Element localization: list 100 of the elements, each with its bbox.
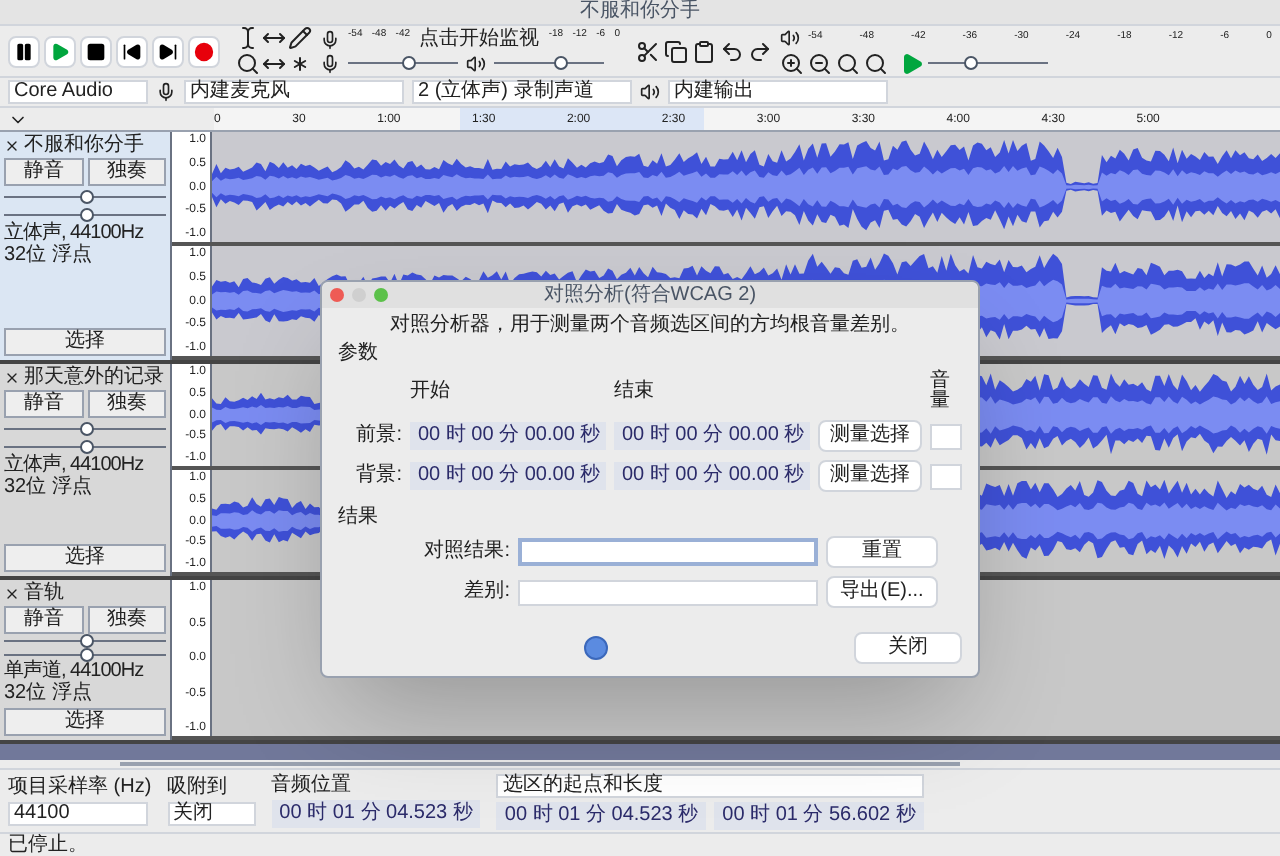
section-heading: 参数 [338, 344, 380, 364]
record-button[interactable] [188, 35, 220, 67]
selection-mode-dropdown[interactable]: 选区的起点和长度 [496, 773, 924, 797]
track-name[interactable]: 不服和你分手 [24, 136, 144, 156]
select-button[interactable]: 选择 [4, 708, 166, 736]
start-time-field[interactable]: 00 时 00 分 00.00 秒 [410, 422, 606, 450]
speaker-icon[interactable] [780, 27, 800, 47]
contrast-result-label: 对照结果: [422, 542, 510, 562]
end-time-field[interactable]: 00 时 00 分 00.00 秒 [614, 422, 810, 450]
solo-button[interactable]: 独奏 [87, 606, 166, 634]
slider-thumb[interactable] [79, 647, 93, 662]
play-at-speed-icon[interactable] [900, 51, 924, 75]
close-icon[interactable] [4, 370, 20, 386]
track-info: 立体声, 44100Hz [4, 224, 146, 244]
selection-start-field[interactable]: 00 时 01 分 04.523 秒 [496, 801, 707, 829]
reset-button[interactable]: 重置 [826, 536, 938, 568]
audio-host-dropdown[interactable]: Core Audio [8, 80, 148, 104]
status-text: 已停止。 [8, 835, 88, 855]
slider-thumb[interactable] [79, 189, 93, 203]
gain-slider[interactable] [4, 636, 166, 647]
track-info: 立体声, 44100Hz [4, 456, 146, 476]
end-time-field[interactable]: 00 时 00 分 00.00 秒 [614, 462, 810, 490]
slider-thumb[interactable] [964, 56, 978, 70]
slider-thumb[interactable] [79, 439, 93, 453]
asterisk-icon[interactable] [288, 52, 312, 76]
playback-volume-slider[interactable] [494, 55, 604, 71]
pan-slider[interactable] [4, 206, 166, 222]
rate-dropdown[interactable]: 44100 [8, 801, 148, 825]
record-volume-slider[interactable] [348, 55, 458, 71]
slider-thumb[interactable] [554, 56, 568, 70]
pan-slider[interactable] [4, 649, 166, 660]
play-icon [50, 41, 70, 61]
zoom-in-icon[interactable] [780, 51, 804, 75]
measure-selection-button[interactable]: 测量选择 [818, 420, 922, 452]
slider-thumb[interactable] [402, 56, 417, 70]
close-icon[interactable] [4, 586, 20, 602]
close-button[interactable]: 关闭 [854, 632, 962, 664]
speaker-icon [640, 82, 660, 102]
undo-icon[interactable] [720, 39, 744, 63]
select-button[interactable]: 选择 [4, 328, 166, 356]
column-heading: 开始 [410, 382, 452, 402]
microphone-icon[interactable] [320, 29, 340, 49]
skip-start-button[interactable] [116, 35, 148, 67]
cut-icon[interactable] [636, 39, 660, 63]
mute-button[interactable]: 静音 [4, 158, 83, 186]
redo-icon[interactable] [748, 39, 772, 63]
input-device-dropdown[interactable]: 内建麦克风 [184, 80, 404, 104]
section-heading: 结果 [338, 508, 380, 528]
slider-thumb[interactable] [79, 634, 93, 649]
zoom-fit-icon[interactable] [836, 51, 860, 75]
channels-dropdown[interactable]: 2 (立体声) 录制声道 [412, 80, 632, 104]
dialog-description: 对照分析器，用于测量两个音频选区间的方均根音量差别。 [388, 316, 912, 336]
zoom-out-icon[interactable] [808, 51, 832, 75]
select-button[interactable]: 选择 [4, 544, 166, 572]
snap-dropdown[interactable]: 关闭 [167, 801, 256, 825]
dialog-title: 对照分析(符合WCAG 2) [543, 285, 757, 305]
zoom-selection-icon[interactable] [864, 51, 888, 75]
mute-button[interactable]: 静音 [4, 390, 83, 418]
paste-icon[interactable] [692, 39, 716, 63]
search-icon[interactable] [236, 52, 260, 76]
column-heading: 音量 [930, 372, 952, 412]
stop-icon [86, 41, 106, 61]
measure-selection-button[interactable]: 测量选择 [818, 460, 922, 492]
audio-position-field[interactable]: 00 时 01 分 04.523 秒 [271, 799, 481, 827]
play-speed-slider[interactable] [928, 55, 1048, 71]
gain-slider[interactable] [4, 420, 166, 436]
start-time-field[interactable]: 00 时 00 分 00.00 秒 [410, 462, 606, 490]
pause-icon [14, 41, 34, 61]
selection-length-field[interactable]: 00 时 01 分 56.602 秒 [714, 801, 924, 829]
stop-button[interactable] [80, 35, 112, 67]
close-icon[interactable] [4, 138, 20, 154]
volume-field[interactable] [930, 423, 962, 449]
difference-field[interactable] [518, 579, 818, 605]
pencil-icon[interactable] [288, 26, 312, 50]
close-window-icon[interactable] [330, 288, 344, 302]
skip-end-icon [158, 41, 178, 61]
track-format: 32位 浮点 [4, 246, 94, 266]
pan-slider[interactable] [4, 438, 166, 454]
horizontal-scrollbar[interactable] [120, 762, 960, 766]
mute-button[interactable]: 静音 [4, 606, 83, 634]
export-button[interactable]: 导出(E)... [826, 576, 938, 608]
output-device-dropdown[interactable]: 内建输出 [668, 80, 888, 104]
contrast-result-field[interactable] [518, 538, 818, 566]
skip-end-button[interactable] [152, 35, 184, 67]
window-title: 不服和你分手 [580, 2, 700, 22]
help-icon[interactable] [584, 636, 608, 660]
slider-thumb[interactable] [79, 207, 93, 221]
track-name[interactable]: 那天意外的记录 [24, 368, 164, 388]
speaker-icon [466, 53, 486, 73]
gain-slider[interactable] [4, 188, 166, 204]
volume-field[interactable] [930, 463, 962, 489]
track-info: 单声道, 44100Hz [4, 662, 146, 682]
copy-icon[interactable] [664, 39, 688, 63]
slider-thumb[interactable] [79, 421, 93, 435]
solo-button[interactable]: 独奏 [87, 390, 166, 418]
text-cursor-icon[interactable] [236, 26, 260, 50]
pause-button[interactable] [8, 35, 40, 67]
solo-button[interactable]: 独奏 [87, 158, 166, 186]
track-name[interactable]: 音轨 [24, 584, 64, 604]
snap-label: 吸附到 [167, 777, 230, 797]
